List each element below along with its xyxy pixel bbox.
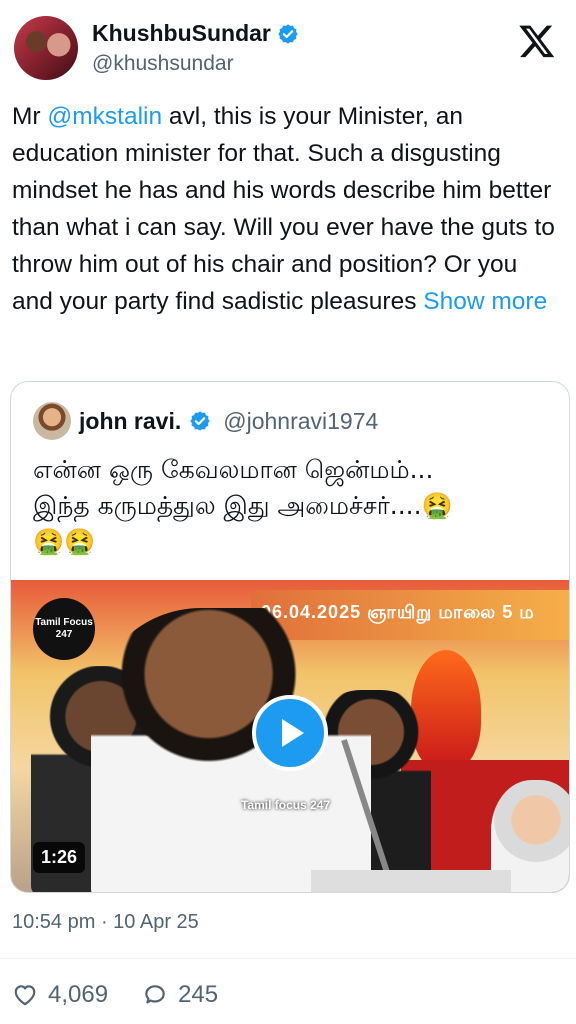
divider: [0, 958, 576, 959]
video-player[interactable]: 06.04.2025 ஞாயிறு மாலை 5 ம Tamil Focus 2…: [11, 580, 569, 892]
tweet-timestamp[interactable]: 10:54 pm · 10 Apr 25: [12, 911, 199, 934]
video-duration-badge: 1:26: [33, 842, 86, 873]
tweet-header: KhushbuSundar @khushsundar: [14, 14, 562, 84]
x-logo-icon[interactable]: [518, 22, 556, 60]
author-name-row: KhushbuSundar: [92, 20, 299, 47]
quoted-text-line: என்ன ஒரு கேவலமான ஜென்மம்...: [33, 455, 434, 484]
tweet-text-rest: avl, this is your Minister, an education…: [12, 103, 555, 315]
reply-bubble-icon: [145, 985, 165, 1004]
reply-count: 245: [178, 981, 219, 1008]
like-count: 4,069: [48, 981, 109, 1008]
play-button[interactable]: [252, 695, 328, 771]
video-watermark: Tamil focus 247: [241, 798, 331, 812]
speaker-figure: [91, 608, 371, 892]
quoted-author-name[interactable]: john ravi.: [79, 408, 181, 435]
verified-badge-icon: [190, 411, 210, 431]
mention-link[interactable]: @mkstalin: [47, 103, 162, 130]
channel-logo: Tamil Focus 247: [33, 598, 95, 660]
quoted-author-handle[interactable]: @johnravi1974: [223, 408, 378, 435]
tweet-text-start: Mr: [12, 103, 48, 130]
engagement-bar: 4,069 245: [12, 981, 252, 1009]
podium: [311, 870, 511, 892]
quoted-tweet-text: என்ன ஒரு கேவலமான ஜென்மம்... இந்த கருமத்த…: [33, 452, 553, 560]
show-more-link[interactable]: Show more: [423, 288, 547, 315]
quoted-author-avatar[interactable]: [33, 402, 71, 440]
tweet-body: Mr @mkstalin avl, this is your Minister,…: [12, 98, 564, 320]
quoted-text-line: இந்த கருமத்துல இது அமைச்சர்....🤮: [33, 491, 453, 520]
verified-badge-icon: [278, 23, 298, 44]
author-display-name[interactable]: KhushbuSundar: [92, 20, 271, 47]
author-avatar[interactable]: [14, 16, 78, 80]
like-button[interactable]: 4,069: [12, 981, 108, 1009]
heart-icon: [14, 985, 36, 1006]
quoted-tweet-header: john ravi. @johnravi1974: [33, 402, 378, 440]
quoted-text-line: 🤮🤮: [33, 527, 96, 556]
reply-button[interactable]: 245: [142, 981, 218, 1009]
quoted-tweet-card[interactable]: john ravi. @johnravi1974 என்ன ஒரு கேவலமா…: [10, 381, 570, 893]
channel-logo-line1: Tamil Focus: [35, 617, 93, 628]
play-icon: [282, 719, 304, 747]
channel-logo-line2: 247: [55, 629, 73, 640]
author-handle[interactable]: @khushsundar: [92, 52, 234, 76]
